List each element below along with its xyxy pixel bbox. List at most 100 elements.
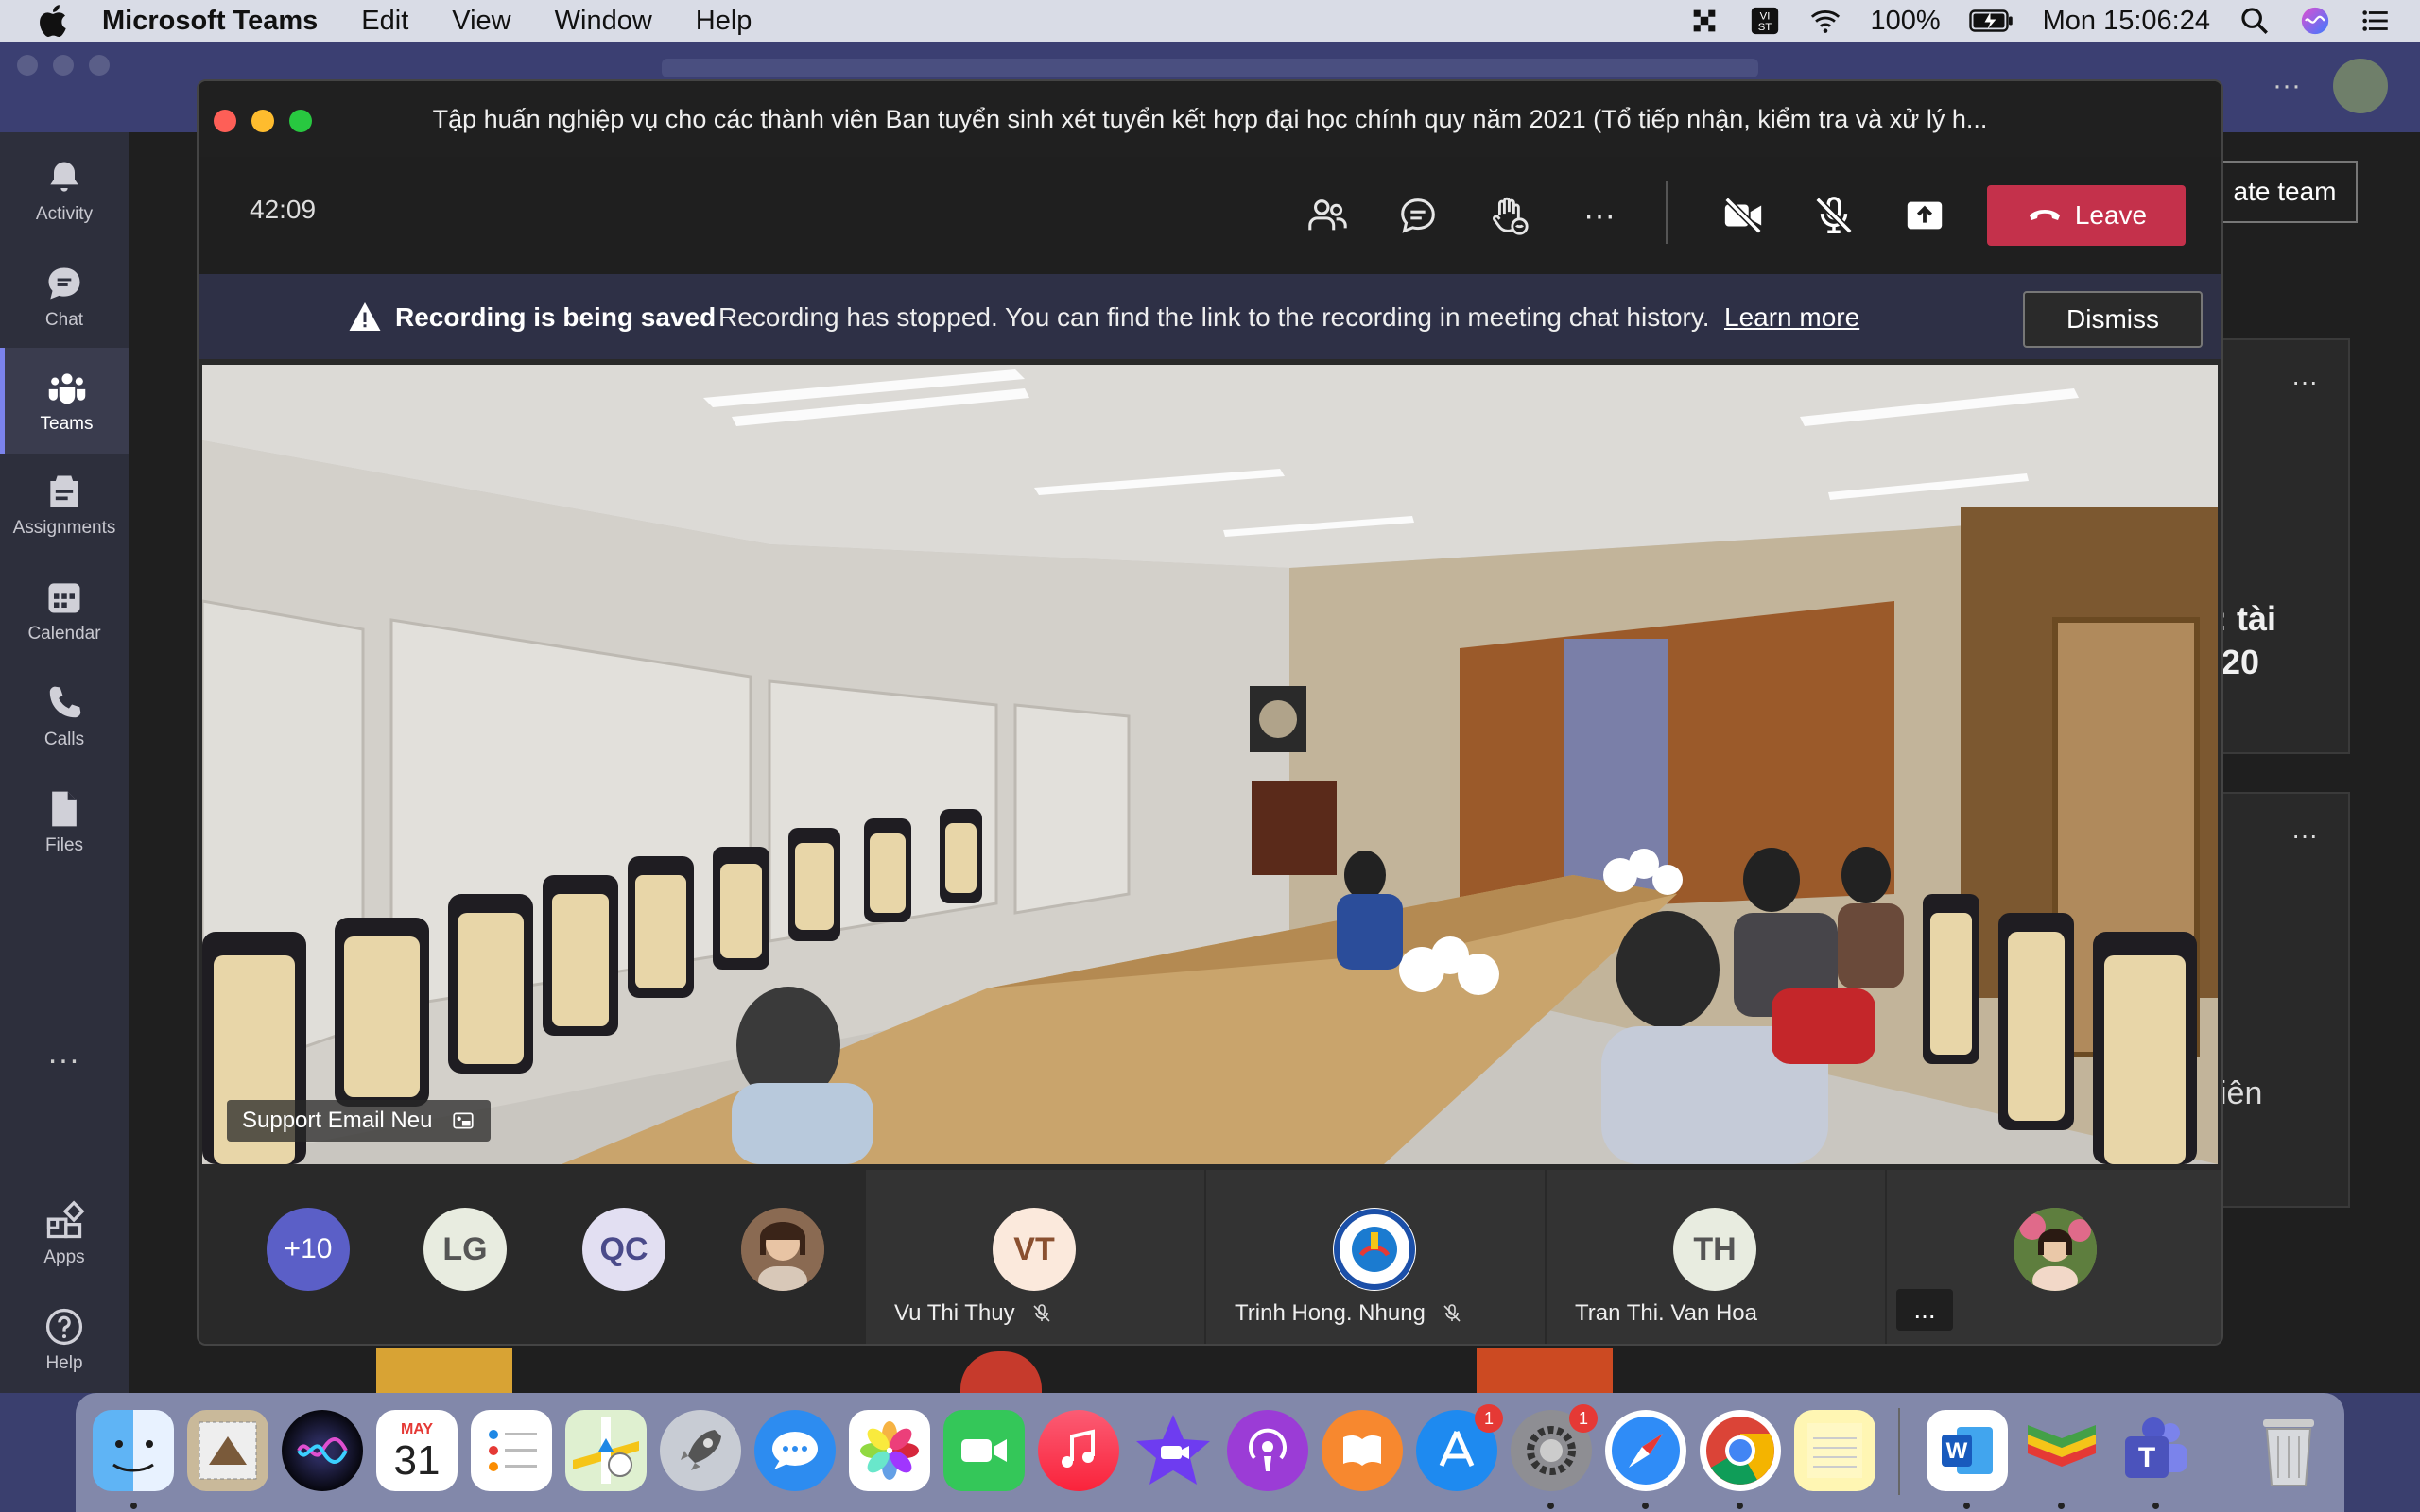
trash-icon[interactable]: [2248, 1410, 2329, 1491]
menu-help[interactable]: Help: [696, 6, 752, 37]
dismiss-button[interactable]: Dismiss: [2023, 291, 2203, 348]
spotlight-search-icon[interactable]: [2238, 5, 2271, 37]
more-participants-button[interactable]: +10: [267, 1208, 350, 1291]
notification-badge: 1: [1569, 1404, 1598, 1433]
vietnamese-input-icon[interactable]: VIST: [1749, 5, 1781, 37]
rail-chat[interactable]: Chat: [0, 246, 129, 348]
create-team-button[interactable]: ate team: [2212, 161, 2358, 223]
window-minimize-button[interactable]: [251, 110, 274, 132]
status-tool-icon[interactable]: [1688, 5, 1720, 37]
participant-photo-avatar[interactable]: [741, 1208, 824, 1291]
calendar-app-icon[interactable]: MAY 31: [376, 1410, 458, 1491]
music-icon[interactable]: [1038, 1410, 1119, 1491]
facetime-icon[interactable]: [943, 1410, 1025, 1491]
app-store-icon[interactable]: 1: [1416, 1404, 1503, 1491]
menubar-clock[interactable]: Mon 15:06:24: [2043, 6, 2210, 37]
reminders-icon[interactable]: [471, 1410, 552, 1491]
team-card-text: 20: [2221, 643, 2260, 681]
more-tile-options-button[interactable]: ...: [1896, 1289, 1953, 1331]
rail-calls[interactable]: Calls: [0, 665, 129, 767]
team-card-more[interactable]: ···: [2291, 367, 2318, 397]
podcasts-icon[interactable]: [1227, 1410, 1308, 1491]
team-card[interactable]: [2212, 792, 2350, 1208]
warning-icon: [349, 302, 381, 331]
rail-label: Chat: [44, 310, 84, 330]
menu-edit[interactable]: Edit: [361, 6, 408, 37]
finder-icon[interactable]: [93, 1410, 174, 1491]
participant-avatar: VT: [993, 1208, 1076, 1291]
rail-apps[interactable]: Apps: [0, 1183, 129, 1285]
camera-toggle-button[interactable]: [1713, 185, 1773, 246]
safari-icon[interactable]: [1605, 1410, 1686, 1491]
participant-tile[interactable]: Trinh Hong. Nhung: [1206, 1170, 1545, 1344]
participant-tile[interactable]: VT Vu Thi Thuy: [866, 1170, 1204, 1344]
rail-files[interactable]: Files: [0, 771, 129, 873]
rail-activity[interactable]: Activity: [0, 140, 129, 242]
banner-title: Recording is being saved: [395, 302, 717, 332]
window-close-button[interactable]: [214, 110, 236, 132]
maps-icon[interactable]: [565, 1410, 647, 1491]
running-indicator: [1963, 1503, 1970, 1509]
launchpad-icon[interactable]: [660, 1410, 741, 1491]
mic-off-icon: [1815, 197, 1853, 234]
rail-help[interactable]: Help: [0, 1289, 129, 1391]
dock-separator: [1898, 1408, 1900, 1495]
screen-share-indicator-icon: [453, 1112, 475, 1129]
control-center-icon[interactable]: [2360, 5, 2392, 37]
participant-tile[interactable]: TH Tran Thi. Van Hoa: [1547, 1170, 1885, 1344]
share-screen-button[interactable]: [1894, 185, 1955, 246]
participant-avatar[interactable]: LG: [424, 1208, 507, 1291]
window-zoom-button[interactable]: [289, 110, 312, 132]
participant-name-text: Trinh Hong. Nhung: [1235, 1300, 1426, 1326]
teams-search-bar[interactable]: [662, 59, 1758, 77]
notepad-icon: [1807, 1423, 1862, 1478]
more-actions-button[interactable]: ···: [1569, 185, 1630, 246]
microsoft-teams-icon[interactable]: T: [2116, 1410, 2197, 1491]
participant-name: Vu Thi Thuy: [894, 1300, 1053, 1327]
svg-text:VI: VI: [1760, 11, 1771, 23]
mic-toggle-button[interactable]: [1804, 185, 1864, 246]
window-zoom-button-inactive[interactable]: [89, 55, 110, 76]
profile-avatar[interactable]: [2333, 59, 2388, 113]
muted-mic-icon: [1033, 1304, 1050, 1322]
word-icon[interactable]: W: [1927, 1410, 2008, 1491]
rail-assignments[interactable]: Assignments: [0, 454, 129, 556]
siri-dock-icon[interactable]: [282, 1410, 363, 1491]
macos-dock: MAY 31 1 1 W T: [76, 1393, 2344, 1512]
apple-logo-icon[interactable]: [36, 2, 74, 40]
wifi-icon[interactable]: [1809, 5, 1841, 37]
team-card-more[interactable]: ···: [2291, 820, 2318, 850]
battery-icon[interactable]: [1968, 7, 2014, 35]
participant-avatar[interactable]: QC: [582, 1208, 666, 1291]
participant-avatar: TH: [1673, 1208, 1756, 1291]
team-card[interactable]: [2212, 338, 2350, 754]
rail-label: Apps: [43, 1247, 85, 1267]
rail-label: Assignments: [12, 518, 116, 538]
imovie-icon[interactable]: [1132, 1410, 1214, 1491]
learn-more-link[interactable]: Learn more: [1724, 302, 1859, 333]
menu-window[interactable]: Window: [555, 6, 652, 37]
menu-app-name[interactable]: Microsoft Teams: [102, 6, 318, 37]
show-conversation-button[interactable]: [1388, 185, 1448, 246]
siri-icon[interactable]: [2299, 5, 2331, 37]
rail-teams[interactable]: Teams: [0, 348, 129, 454]
rail-more-apps[interactable]: ...: [0, 1035, 129, 1072]
system-preferences-icon[interactable]: 1: [1511, 1404, 1598, 1491]
bluestacks-icon[interactable]: [2021, 1410, 2102, 1491]
app-rail: Activity Chat Teams Assignments Calendar…: [0, 132, 129, 1393]
raise-hand-button[interactable]: [1478, 185, 1539, 246]
books-icon[interactable]: [1322, 1410, 1403, 1491]
preview-mail-icon[interactable]: [187, 1410, 268, 1491]
rail-calendar[interactable]: Calendar: [0, 559, 129, 662]
show-participants-button[interactable]: [1297, 185, 1357, 246]
share-tray-icon: [1907, 201, 1943, 230]
menu-view[interactable]: View: [452, 6, 510, 37]
window-close-button-inactive[interactable]: [17, 55, 38, 76]
chrome-icon[interactable]: [1700, 1410, 1781, 1491]
teams-more-options[interactable]: ···: [2273, 70, 2301, 102]
photos-icon[interactable]: [849, 1410, 930, 1491]
messages-icon[interactable]: [754, 1410, 836, 1491]
window-minimize-button-inactive[interactable]: [53, 55, 74, 76]
notes-icon[interactable]: [1794, 1410, 1876, 1491]
leave-meeting-button[interactable]: Leave: [1987, 185, 2186, 246]
